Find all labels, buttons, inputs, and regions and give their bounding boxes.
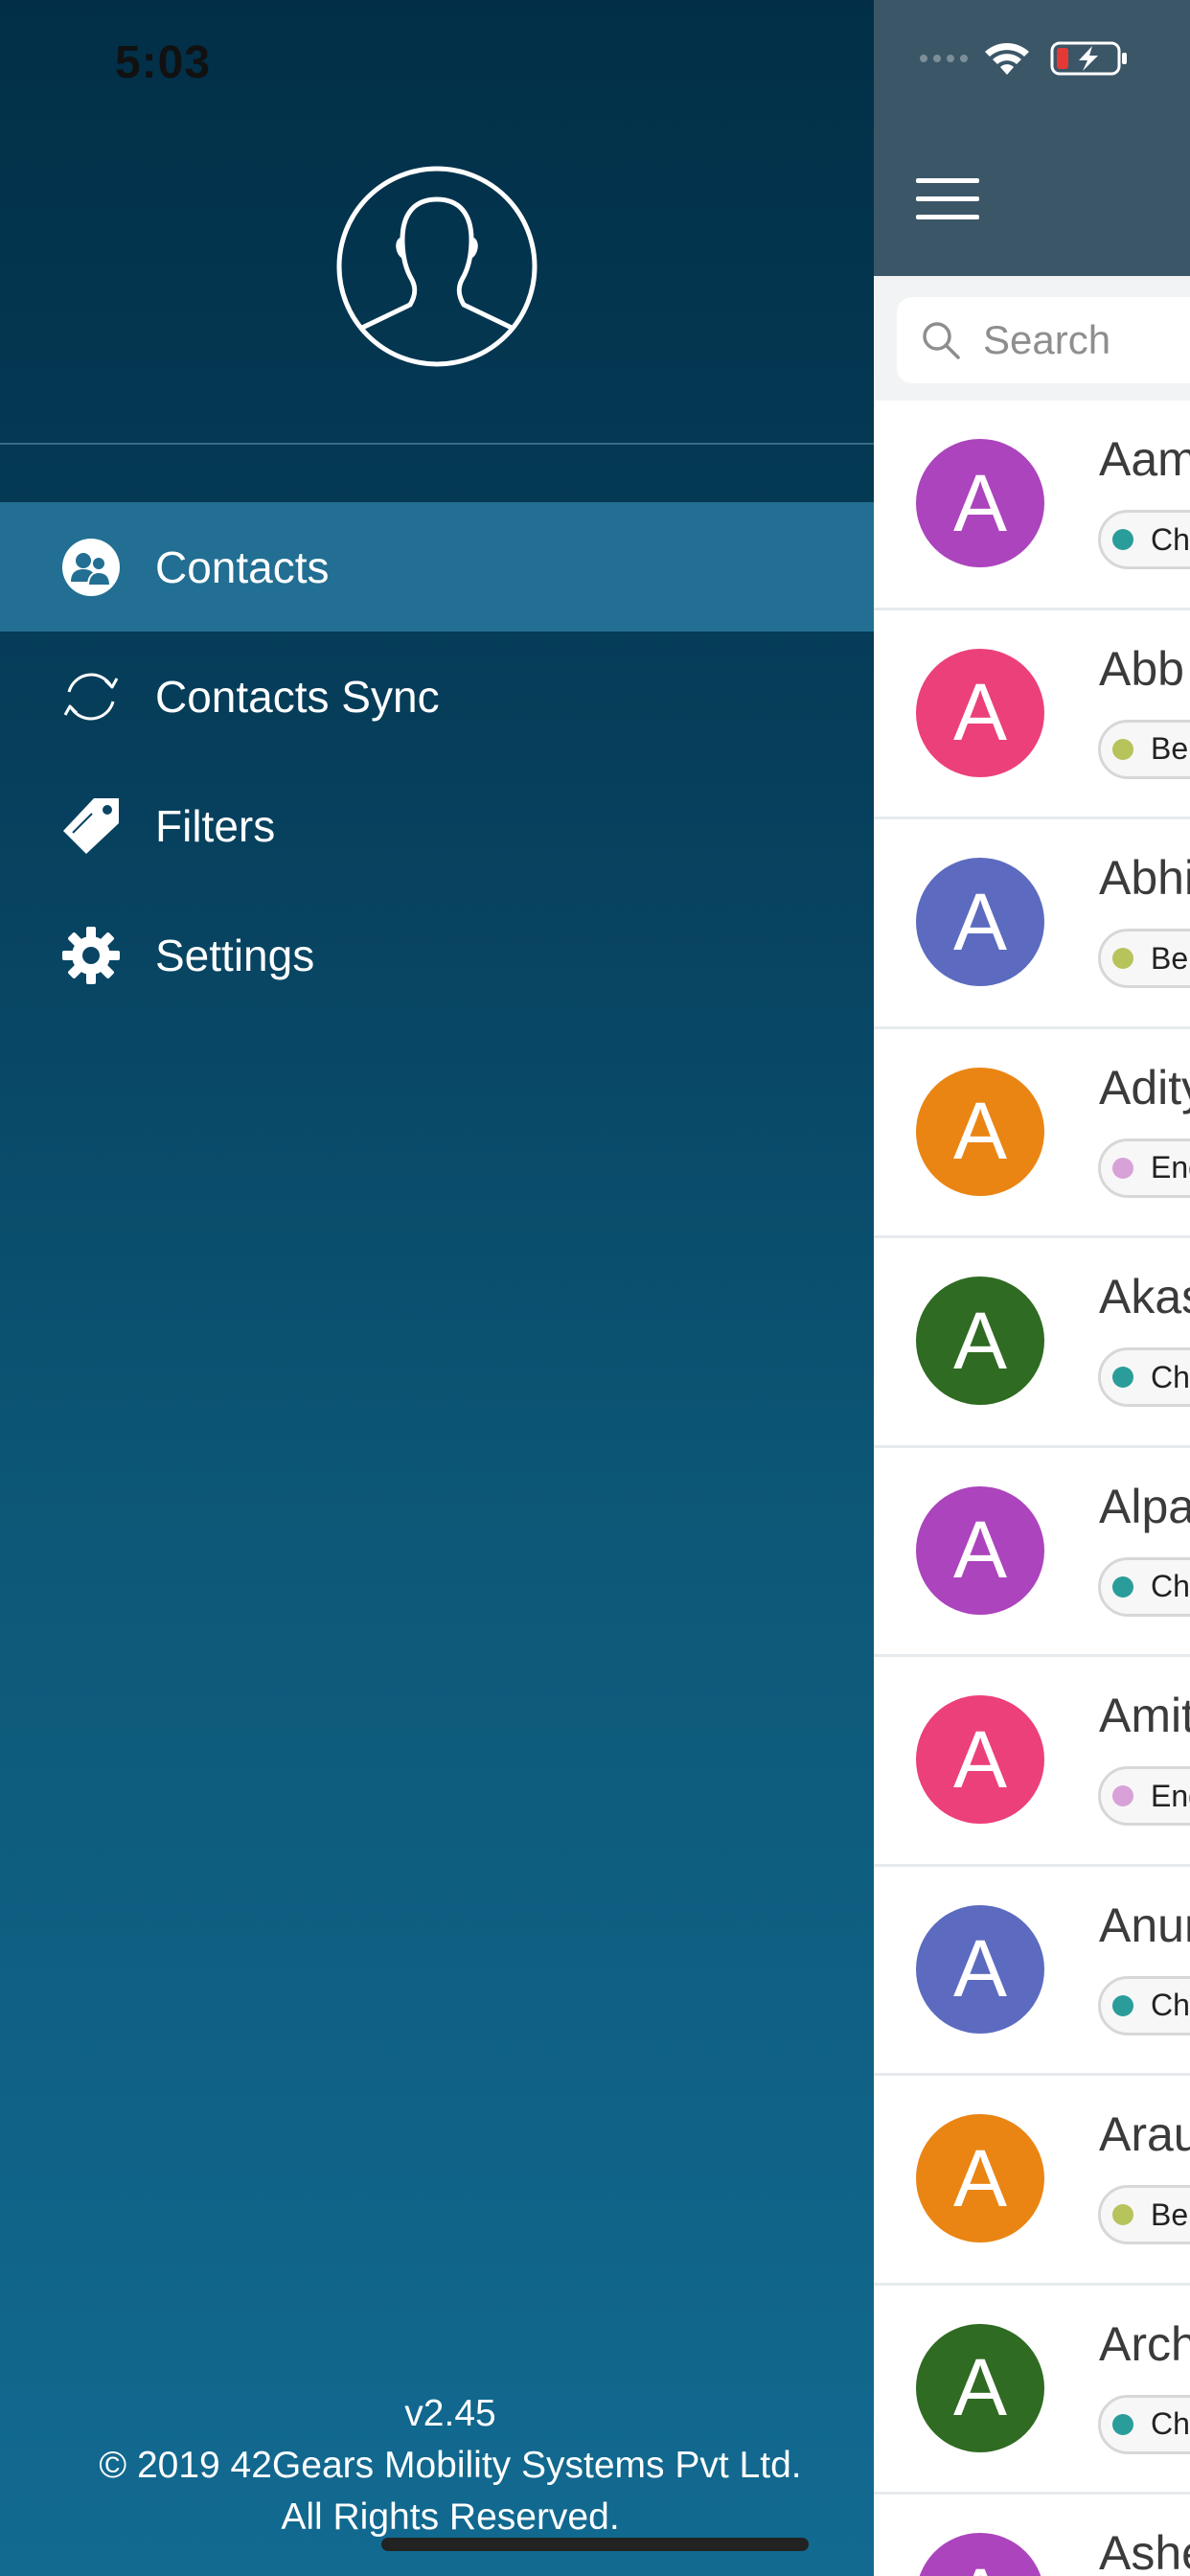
contact-group-tag: Eng bbox=[1098, 1138, 1190, 1198]
contact-name: Ashe bbox=[1099, 2526, 1190, 2576]
tag-color-dot bbox=[1112, 1367, 1133, 1388]
contact-avatar: A bbox=[916, 1485, 1044, 1615]
status-indicators bbox=[920, 40, 1129, 77]
contact-name: Alpa bbox=[1099, 1479, 1190, 1533]
menu-item-settings[interactable]: Settings bbox=[0, 890, 874, 1020]
contact-row[interactable]: A Anur Ch bbox=[874, 1867, 1190, 2076]
tag-color-dot bbox=[1112, 2413, 1133, 2435]
drawer-footer: v2.45 © 2019 42Gears Mobility Systems Pv… bbox=[0, 2388, 874, 2543]
contact-name: Aam bbox=[1099, 432, 1190, 486]
navigation-drawer: 5:03 Contacts Contacts Sync Filters Sett… bbox=[0, 0, 874, 2576]
tag-label: Ch bbox=[1151, 1569, 1190, 1603]
tag-color-dot bbox=[1112, 2204, 1133, 2225]
menu-item-filters[interactable]: Filters bbox=[0, 761, 874, 890]
tag-color-dot bbox=[1112, 738, 1133, 760]
tag-label: Ch bbox=[1151, 1988, 1190, 2022]
menu-item-contacts-sync[interactable]: Contacts Sync bbox=[0, 632, 874, 761]
contact-avatar: A bbox=[916, 1904, 1044, 2034]
tag-color-dot bbox=[1112, 1994, 1133, 2016]
sync-icon bbox=[59, 665, 123, 728]
contact-group-tag: Ch bbox=[1098, 1347, 1190, 1407]
tag-color-dot bbox=[1112, 1576, 1133, 1598]
contact-row[interactable]: A Alpa Ch bbox=[874, 1448, 1190, 1657]
battery-charging-icon bbox=[1050, 40, 1129, 77]
tag-label: Ber bbox=[1151, 940, 1190, 976]
tag-color-dot bbox=[1112, 948, 1133, 969]
menu-label-contacts: Contacts bbox=[155, 541, 330, 592]
contact-group-tag: Ber bbox=[1098, 719, 1190, 779]
tag-label: Ber bbox=[1151, 731, 1190, 766]
contact-avatar: A bbox=[916, 648, 1044, 777]
contact-avatar: A bbox=[916, 858, 1044, 986]
tag-label: Ch bbox=[1151, 1359, 1190, 1394]
contact-row[interactable]: A Arch Ch bbox=[874, 2286, 1190, 2495]
tag-color-dot bbox=[1112, 1157, 1133, 1179]
contact-group-tag: Ch bbox=[1098, 2394, 1190, 2454]
copyright-text: © 2019 42Gears Mobility Systems Pvt Ltd. bbox=[99, 2445, 802, 2486]
contact-name: Abhi bbox=[1099, 851, 1190, 905]
contacts-icon bbox=[59, 536, 123, 599]
contact-row[interactable]: A Amit Eng bbox=[874, 1657, 1190, 1867]
contact-group-tag: Ch bbox=[1098, 510, 1190, 569]
tag-label: Ch bbox=[1151, 521, 1190, 557]
cellular-signal-icon bbox=[920, 55, 968, 62]
profile-avatar-icon[interactable] bbox=[335, 165, 538, 368]
contact-group-tag: Ch bbox=[1098, 1975, 1190, 2036]
menu-label-settings: Settings bbox=[155, 930, 315, 980]
contact-avatar: A bbox=[916, 1067, 1044, 1196]
contact-list: A Aam Ch A Abb Ber A Abhi Ber A Adity Eng A Akas Ch A Al… bbox=[874, 401, 1190, 2576]
contact-row[interactable]: A Adity Eng bbox=[874, 1029, 1190, 1238]
gear-icon bbox=[59, 924, 123, 987]
contact-avatar: A bbox=[916, 1695, 1044, 1824]
search-input[interactable] bbox=[983, 317, 1190, 363]
tag-label: Eng bbox=[1151, 1778, 1190, 1813]
menu-toggle-button[interactable] bbox=[916, 178, 979, 220]
home-indicator bbox=[381, 2538, 809, 2551]
search-icon bbox=[920, 319, 962, 361]
contact-name: Arau bbox=[1099, 2107, 1190, 2161]
top-bar bbox=[874, 0, 1190, 276]
tag-color-dot bbox=[1112, 529, 1133, 550]
menu-label-filters: Filters bbox=[155, 800, 276, 851]
contact-row[interactable]: A Akas Ch bbox=[874, 1238, 1190, 1448]
tag-color-dot bbox=[1112, 1785, 1133, 1806]
contact-group-tag: Ch bbox=[1098, 1556, 1190, 1617]
contacts-screen: A Aam Ch A Abb Ber A Abhi Ber A Adity Eng A Akas Ch A Al… bbox=[874, 0, 1190, 2576]
contact-row[interactable]: A Ashe bbox=[874, 2495, 1190, 2576]
contact-group-tag: Eng bbox=[1098, 1766, 1190, 1826]
contact-name: Akas bbox=[1099, 1270, 1190, 1323]
contact-avatar: A bbox=[916, 2323, 1044, 2452]
wifi-icon bbox=[983, 40, 1031, 77]
contact-row[interactable]: A Abb Ber bbox=[874, 610, 1190, 819]
contact-avatar: A bbox=[916, 439, 1044, 567]
contact-row[interactable]: A Aam Ch bbox=[874, 401, 1190, 610]
search-bar bbox=[874, 276, 1190, 401]
tag-label: Ch bbox=[1151, 2406, 1190, 2441]
tag-label: Ber bbox=[1151, 2196, 1190, 2232]
contact-avatar: A bbox=[916, 2533, 1044, 2576]
contact-row[interactable]: A Abhi Ber bbox=[874, 819, 1190, 1029]
rights-text: All Rights Reserved. bbox=[281, 2496, 620, 2538]
contact-name: Abb bbox=[1099, 641, 1184, 696]
contact-name: Arch bbox=[1099, 2316, 1190, 2371]
menu-label-contacts-sync: Contacts Sync bbox=[155, 671, 440, 722]
contact-avatar: A bbox=[916, 1276, 1044, 1405]
contact-avatar: A bbox=[916, 2114, 1044, 2242]
tag-label: Eng bbox=[1151, 1150, 1190, 1184]
contact-group-tag: Ber bbox=[1098, 929, 1190, 988]
app-version: v2.45 bbox=[404, 2393, 496, 2434]
status-time: 5:03 bbox=[115, 37, 212, 88]
search-box[interactable] bbox=[897, 297, 1190, 383]
contact-name: Amit bbox=[1099, 1689, 1190, 1742]
drawer-menu: Contacts Contacts Sync Filters Settings bbox=[0, 502, 874, 1020]
menu-item-contacts[interactable]: Contacts bbox=[0, 502, 874, 632]
contact-name: Anur bbox=[1099, 1898, 1190, 1952]
contact-name: Adity bbox=[1099, 1060, 1190, 1115]
contact-row[interactable]: A Arau Ber bbox=[874, 2076, 1190, 2286]
contact-group-tag: Ber bbox=[1098, 2185, 1190, 2244]
header-divider bbox=[0, 443, 874, 445]
tag-icon bbox=[59, 794, 123, 858]
